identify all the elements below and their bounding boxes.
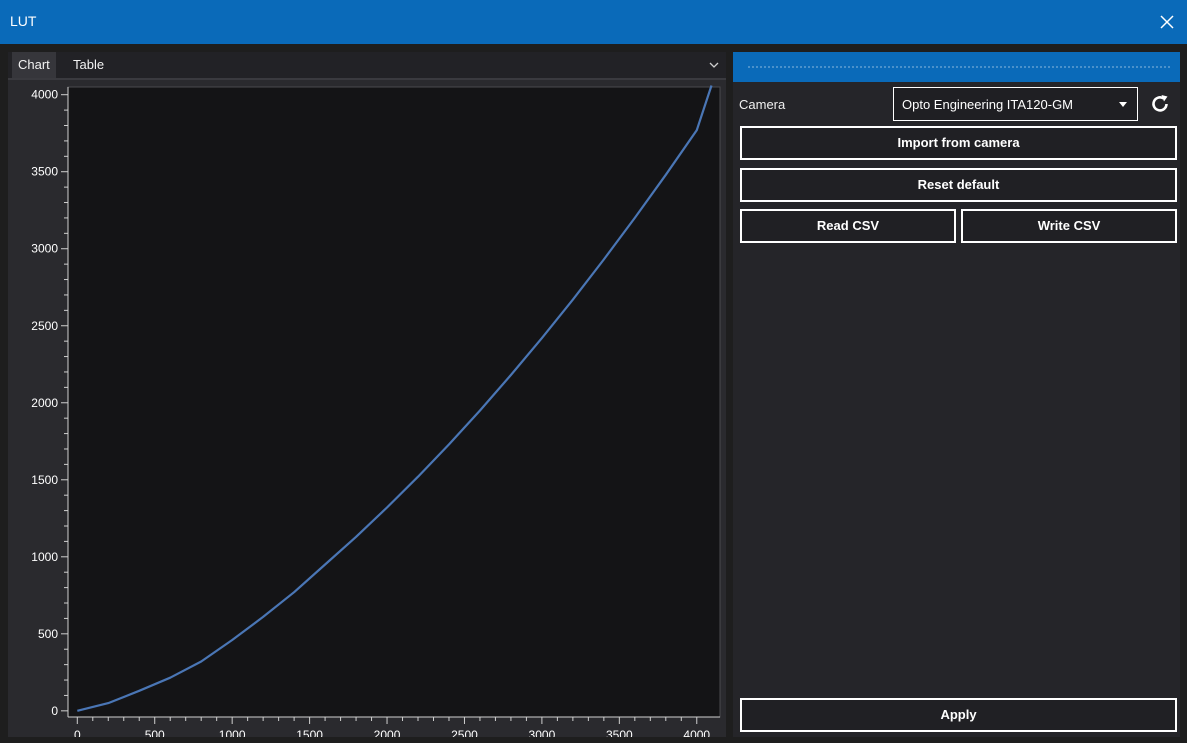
x-tick-label: 4000 (683, 728, 710, 737)
chart-svg: 0 500 1000 1500 2000 2500 3000 3500 4000 0 500 1000… (31, 85, 721, 737)
apply-button[interactable]: Apply (740, 698, 1177, 732)
y-tick-label: 0 (51, 704, 58, 718)
x-tick-label: 2500 (451, 728, 478, 737)
refresh-icon[interactable] (1148, 92, 1172, 116)
y-tick-label: 1500 (31, 473, 58, 487)
x-tick-label: 0 (74, 728, 81, 737)
caret-down-icon (1119, 102, 1127, 107)
window-title: LUT (10, 13, 37, 29)
camera-label: Camera (739, 97, 786, 112)
x-tick-label: 3000 (529, 728, 556, 737)
x-tick-label: 500 (145, 728, 165, 737)
control-panel: Camera Opto Engineering ITA120-GM Import… (733, 52, 1180, 737)
camera-select[interactable]: Opto Engineering ITA120-GM (893, 87, 1138, 121)
x-tick-label: 2000 (374, 728, 401, 737)
x-tick-label: 1500 (296, 728, 323, 737)
y-tick-label: 2000 (31, 396, 58, 410)
write-csv-button[interactable]: Write CSV (961, 209, 1177, 243)
tab-bar: Chart Table (8, 52, 726, 80)
import-from-camera-button[interactable]: Import from camera (740, 126, 1177, 160)
chart-pane: Chart Table 0 500 1000 1500 2000 2500 3000 3500… (8, 52, 726, 737)
x-tick-label: 3500 (606, 728, 633, 737)
plot-area (67, 86, 721, 718)
x-tick-label: 1000 (219, 728, 246, 737)
drag-grip[interactable] (747, 65, 1172, 69)
reset-default-button[interactable]: Reset default (740, 168, 1177, 202)
y-tick-label: 1000 (31, 550, 58, 564)
y-tick-label: 4000 (31, 88, 58, 102)
tab-table[interactable]: Table (67, 52, 110, 78)
y-tick-label: 3000 (31, 242, 58, 256)
y-tick-label: 500 (38, 627, 58, 641)
camera-select-value: Opto Engineering ITA120-GM (902, 97, 1074, 112)
tab-chart[interactable]: Chart (12, 52, 56, 78)
title-bar: LUT (0, 0, 1187, 44)
y-tick-label: 3500 (31, 165, 58, 179)
read-csv-button[interactable]: Read CSV (740, 209, 956, 243)
y-tick-label: 2500 (31, 319, 58, 333)
panel-header (733, 52, 1180, 82)
lut-chart[interactable]: 0 500 1000 1500 2000 2500 3000 3500 4000 0 500 1000… (8, 80, 726, 737)
chevron-down-icon[interactable] (708, 59, 720, 71)
close-icon[interactable] (1157, 12, 1177, 32)
